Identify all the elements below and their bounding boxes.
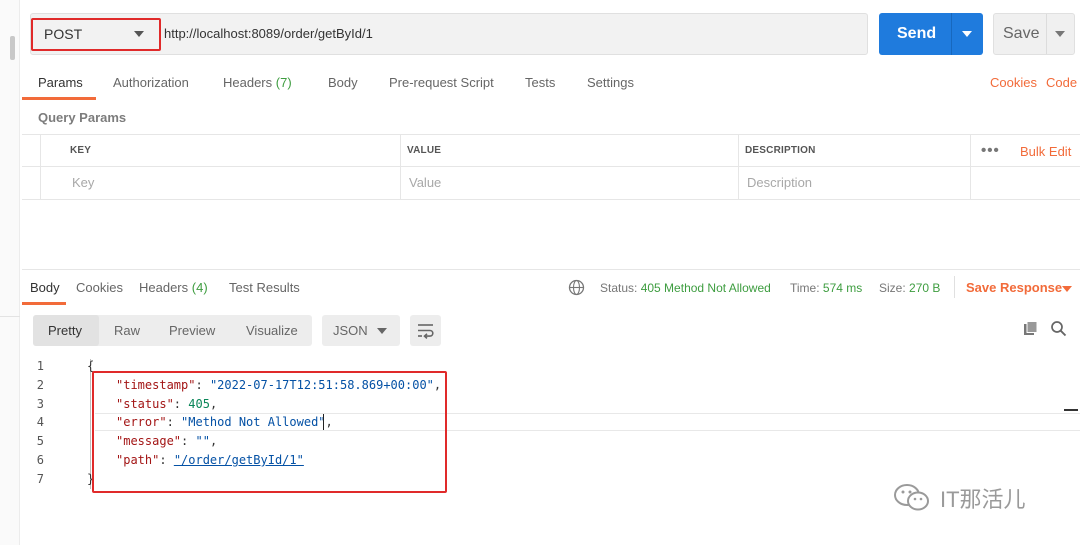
bulk-edit-link[interactable]: Bulk Edit [1020,144,1071,159]
line-number: 2 [36,378,44,392]
url-input[interactable]: http://localhost:8089/order/getById/1 [164,26,373,41]
wrap-lines-icon [418,324,434,339]
query-params-title: Query Params [38,110,127,125]
left-scrollbar[interactable] [10,36,15,60]
response-tab-headers[interactable]: Headers (4) [139,280,208,295]
request-response-divider[interactable] [22,269,1080,270]
tab-params-underline [22,97,96,100]
time-label: Time: [790,281,820,295]
left-sidebar-strip [0,0,20,545]
send-button[interactable]: Send [879,13,983,55]
query-params-table: KEY VALUE DESCRIPTION ••• Bulk Edit Key … [22,134,1080,200]
table-header-row [22,135,1080,167]
line-number: 1 [36,359,44,373]
method-highlight-box [31,18,161,51]
description-input[interactable]: Description [747,175,812,190]
response-size: Size: 270 B [879,281,940,295]
view-pretty[interactable]: Pretty [48,323,82,338]
line-number: 5 [36,434,44,448]
code-link[interactable]: Code [1046,75,1077,90]
send-divider [951,13,952,55]
save-button[interactable]: Save [993,13,1075,55]
save-divider [1046,14,1047,54]
response-highlight-box [92,371,447,493]
response-tab-headers-count: (4) [191,280,208,295]
response-status: Status: 405 Method Not Allowed [600,281,771,295]
column-header-key: KEY [70,145,92,156]
cookies-link[interactable]: Cookies [990,75,1037,90]
status-divider [954,276,955,298]
response-tab-test-results[interactable]: Test Results [229,280,300,295]
tab-settings[interactable]: Settings [587,75,634,90]
copy-icon[interactable] [1022,320,1039,337]
send-options-chevron-icon[interactable] [962,31,972,37]
table-column-divider [970,135,971,199]
search-icon[interactable] [1050,320,1067,337]
save-options-chevron-icon[interactable] [1055,31,1065,37]
size-label: Size: [879,281,906,295]
status-label: Status: [600,281,638,295]
response-tab-cookies[interactable]: Cookies [76,280,123,295]
watermark: IT那活儿 [892,478,1026,518]
wrap-lines-button[interactable] [410,315,441,346]
line-number: 3 [36,397,44,411]
response-tab-headers-label: Headers [139,280,189,295]
line-number: 7 [36,472,44,486]
save-response-button[interactable]: Save Response [966,280,1062,295]
key-input[interactable]: Key [72,175,94,190]
tab-tests[interactable]: Tests [525,75,555,90]
column-header-value: VALUE [407,145,442,156]
send-label: Send [897,25,937,42]
response-time: Time: 574 ms [790,281,862,295]
tab-headers-label: Headers [223,75,273,90]
size-value[interactable]: 270 B [909,281,940,295]
line-number: 4 [36,415,44,429]
watermark-text: IT那活儿 [940,487,1026,512]
table-column-divider [40,135,41,199]
chevron-down-icon [377,328,387,334]
save-label: Save [1003,25,1040,42]
more-options-icon[interactable]: ••• [981,142,1000,159]
tab-body[interactable]: Body [328,75,358,90]
table-column-divider [400,135,401,199]
view-mode-toggle: Pretty Raw Preview Visualize [33,315,312,346]
tab-headers-count: (7) [275,75,292,90]
globe-icon[interactable] [568,279,585,296]
wechat-icon [894,484,929,511]
line-number: 6 [36,453,44,467]
table-column-divider [738,135,739,199]
scrollbar-marker [1064,409,1078,411]
status-value[interactable]: 405 Method Not Allowed [641,281,771,295]
view-preview[interactable]: Preview [169,323,215,338]
format-select[interactable]: JSON [322,315,400,346]
format-label: JSON [333,323,368,338]
tab-prerequest-script[interactable]: Pre-request Script [389,75,494,90]
value-input[interactable]: Value [409,175,441,190]
time-value[interactable]: 574 ms [823,281,862,295]
response-tab-body[interactable]: Body [30,280,60,295]
view-raw[interactable]: Raw [114,323,140,338]
tab-headers[interactable]: Headers (7) [223,75,292,90]
save-response-chevron-icon[interactable] [1062,286,1072,292]
response-tab-body-underline [22,302,66,305]
tab-authorization[interactable]: Authorization [113,75,189,90]
column-header-description: DESCRIPTION [745,145,816,156]
left-divider [0,316,20,317]
tab-params[interactable]: Params [38,75,83,90]
view-visualize[interactable]: Visualize [246,323,298,338]
